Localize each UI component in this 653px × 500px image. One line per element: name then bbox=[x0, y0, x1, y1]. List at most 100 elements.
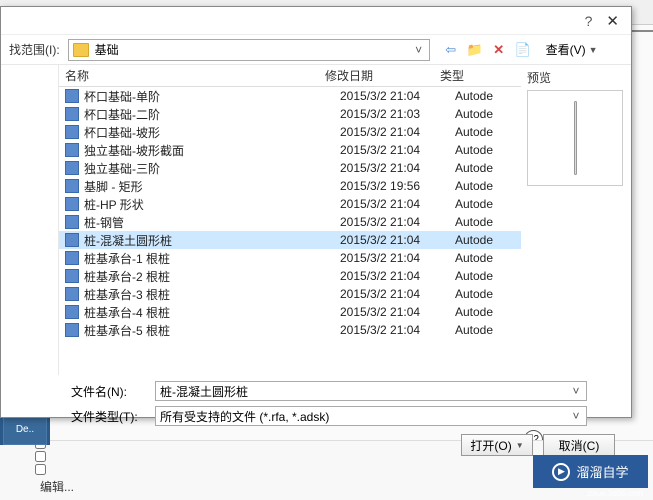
delete-icon[interactable]: ✕ bbox=[490, 41, 508, 59]
file-icon bbox=[65, 233, 79, 247]
help-icon[interactable]: ? bbox=[585, 13, 593, 29]
file-icon bbox=[65, 179, 79, 193]
lookin-value: 基础 bbox=[95, 41, 119, 58]
file-date: 2015/3/2 21:04 bbox=[340, 269, 455, 283]
file-icon bbox=[65, 251, 79, 265]
watermark-text: 溜溜自学 bbox=[576, 462, 628, 481]
edit-link[interactable]: 编辑... bbox=[40, 478, 74, 495]
file-row[interactable]: 桩基承台-1 根桩2015/3/2 21:04Autode bbox=[59, 249, 521, 267]
folder-icon bbox=[73, 43, 89, 57]
file-type: Autode bbox=[455, 251, 505, 265]
chevron-down-icon: ˅ bbox=[411, 43, 427, 57]
filetype-label: 文件类型(T): bbox=[71, 408, 149, 425]
file-type: Autode bbox=[455, 197, 505, 211]
file-name: 杯口基础-单阶 bbox=[84, 88, 340, 105]
file-name: 桩基承台-5 根桩 bbox=[84, 322, 340, 339]
chevron-down-icon: ˅ bbox=[568, 409, 584, 423]
file-name: 杯口基础-二阶 bbox=[84, 106, 340, 123]
file-icon bbox=[65, 107, 79, 121]
col-type[interactable]: 类型 bbox=[440, 67, 490, 84]
file-type: Autode bbox=[455, 215, 505, 229]
lookin-label: 找范围(I): bbox=[9, 41, 60, 58]
file-name: 桩基承台-4 根桩 bbox=[84, 304, 340, 321]
file-row[interactable]: 桩基承台-2 根桩2015/3/2 21:04Autode bbox=[59, 267, 521, 285]
file-date: 2015/3/2 21:04 bbox=[340, 251, 455, 265]
up-icon[interactable]: 📁 bbox=[466, 41, 484, 59]
file-icon bbox=[65, 215, 79, 229]
back-icon[interactable]: ⇦ bbox=[442, 41, 460, 59]
preview-pane: 预览 bbox=[521, 65, 631, 375]
file-name: 桩基承台-1 根桩 bbox=[84, 250, 340, 267]
new-folder-icon[interactable]: 📄 bbox=[514, 41, 532, 59]
file-row[interactable]: 基脚 - 矩形2015/3/2 19:56Autode bbox=[59, 177, 521, 195]
filename-value: 桩-混凝土圆形桩 bbox=[160, 383, 248, 400]
checkbox-3[interactable] bbox=[35, 464, 46, 475]
file-date: 2015/3/2 21:04 bbox=[340, 287, 455, 301]
file-icon bbox=[65, 125, 79, 139]
file-date: 2015/3/2 21:04 bbox=[340, 197, 455, 211]
file-type: Autode bbox=[455, 323, 505, 337]
file-icon bbox=[65, 323, 79, 337]
open-file-dialog: ? ✕ 找范围(I): 基础 ˅ ⇦ 📁 ✕ 📄 查看(V) ▼ 名称 修改日期 bbox=[0, 6, 632, 418]
file-name: 桩基承台-3 根桩 bbox=[84, 286, 340, 303]
dialog-places bbox=[1, 65, 59, 375]
cancel-button[interactable]: 取消(C) bbox=[543, 434, 615, 456]
file-type: Autode bbox=[455, 161, 505, 175]
file-name: 独立基础-三阶 bbox=[84, 160, 340, 177]
filename-combo[interactable]: 桩-混凝土圆形桩 ˅ bbox=[155, 381, 587, 401]
file-list[interactable]: 杯口基础-单阶2015/3/2 21:04Autode杯口基础-二阶2015/3… bbox=[59, 87, 521, 375]
file-icon bbox=[65, 143, 79, 157]
lookin-combo[interactable]: 基础 ˅ bbox=[68, 39, 430, 61]
filetype-combo[interactable]: 所有受支持的文件 (*.rfa, *.adsk) ˅ bbox=[155, 406, 587, 426]
file-row[interactable]: 独立基础-三阶2015/3/2 21:04Autode bbox=[59, 159, 521, 177]
file-name: 桩-混凝土圆形桩 bbox=[84, 232, 340, 249]
view-button[interactable]: 查看(V) ▼ bbox=[542, 40, 602, 59]
file-date: 2015/3/2 21:03 bbox=[340, 107, 455, 121]
preview-label: 预览 bbox=[527, 69, 625, 86]
chevron-down-icon: ˅ bbox=[568, 384, 584, 398]
file-icon bbox=[65, 89, 79, 103]
file-type: Autode bbox=[455, 179, 505, 193]
file-date: 2015/3/2 21:04 bbox=[340, 323, 455, 337]
open-button[interactable]: 打开(O) ▼ bbox=[461, 434, 533, 456]
file-type: Autode bbox=[455, 305, 505, 319]
file-type: Autode bbox=[455, 125, 505, 139]
play-icon: ▶ bbox=[552, 463, 570, 481]
file-type: Autode bbox=[455, 143, 505, 157]
file-icon bbox=[65, 197, 79, 211]
file-name: 杯口基础-坡形 bbox=[84, 124, 340, 141]
file-row[interactable]: 桩-混凝土圆形桩2015/3/2 21:04Autode bbox=[59, 231, 521, 249]
nav-icons: ⇦ 📁 ✕ 📄 bbox=[442, 41, 532, 59]
file-date: 2015/3/2 21:04 bbox=[340, 305, 455, 319]
file-type: Autode bbox=[455, 287, 505, 301]
file-name: 桩-HP 形状 bbox=[84, 196, 340, 213]
dialog-titlebar: ? ✕ bbox=[1, 7, 631, 35]
preview-thumbnail bbox=[527, 90, 623, 186]
file-icon bbox=[65, 269, 79, 283]
column-headers: 名称 修改日期 类型 bbox=[59, 65, 521, 87]
file-name: 桩-钢管 bbox=[84, 214, 340, 231]
file-pane: 名称 修改日期 类型 杯口基础-单阶2015/3/2 21:04Autode杯口… bbox=[59, 65, 521, 375]
open-label: 打开(O) bbox=[470, 437, 511, 454]
col-name[interactable]: 名称 bbox=[65, 67, 325, 84]
file-row[interactable]: 桩基承台-5 根桩2015/3/2 21:04Autode bbox=[59, 321, 521, 339]
file-row[interactable]: 独立基础-坡形截面2015/3/2 21:04Autode bbox=[59, 141, 521, 159]
watermark-sub: zixue.3d66.com bbox=[587, 489, 643, 498]
close-icon[interactable]: ✕ bbox=[606, 12, 619, 30]
file-icon bbox=[65, 287, 79, 301]
file-name: 独立基础-坡形截面 bbox=[84, 142, 340, 159]
file-row[interactable]: 桩基承台-3 根桩2015/3/2 21:04Autode bbox=[59, 285, 521, 303]
col-date[interactable]: 修改日期 bbox=[325, 67, 440, 84]
file-row[interactable]: 桩基承台-4 根桩2015/3/2 21:04Autode bbox=[59, 303, 521, 321]
file-row[interactable]: 桩-钢管2015/3/2 21:04Autode bbox=[59, 213, 521, 231]
file-row[interactable]: 杯口基础-二阶2015/3/2 21:03Autode bbox=[59, 105, 521, 123]
filename-label: 文件名(N): bbox=[71, 383, 149, 400]
file-row[interactable]: 杯口基础-单阶2015/3/2 21:04Autode bbox=[59, 87, 521, 105]
file-row[interactable]: 桩-HP 形状2015/3/2 21:04Autode bbox=[59, 195, 521, 213]
file-name: 基脚 - 矩形 bbox=[84, 178, 340, 195]
file-date: 2015/3/2 19:56 bbox=[340, 179, 455, 193]
file-type: Autode bbox=[455, 89, 505, 103]
file-date: 2015/3/2 21:04 bbox=[340, 161, 455, 175]
file-row[interactable]: 杯口基础-坡形2015/3/2 21:04Autode bbox=[59, 123, 521, 141]
view-label: 查看(V) bbox=[546, 41, 586, 58]
